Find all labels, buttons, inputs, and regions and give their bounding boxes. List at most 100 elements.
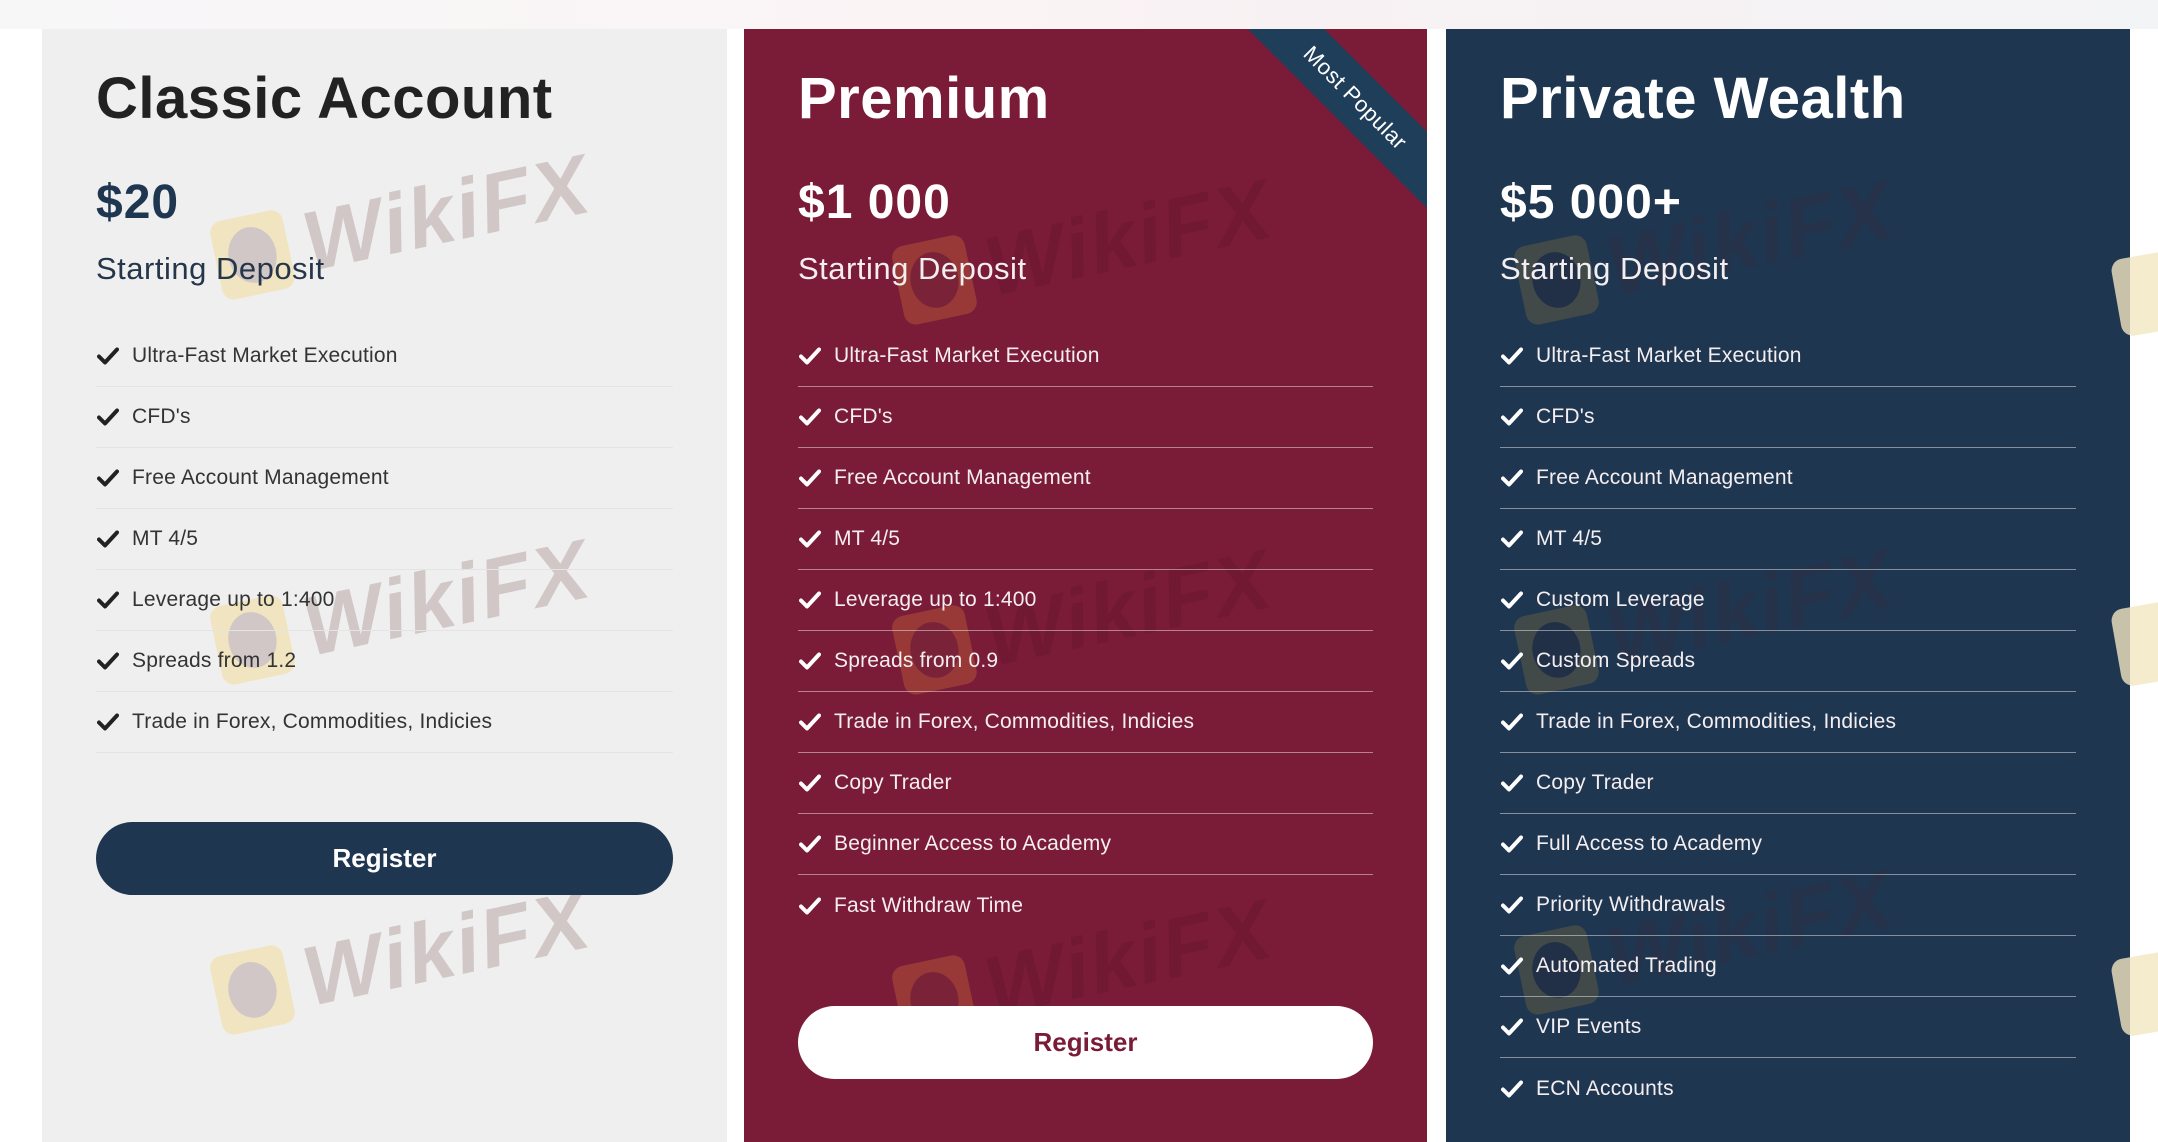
feature-label: Custom Leverage <box>1536 588 1705 611</box>
feature-label: Automated Trading <box>1536 954 1717 977</box>
plan-title: Private Wealth <box>1500 66 1906 131</box>
feature-item: Leverage up to 1:400 <box>798 570 1373 631</box>
checkmark-icon <box>798 710 822 734</box>
register-button[interactable]: Register <box>798 1006 1373 1079</box>
checkmark-icon <box>1500 771 1524 795</box>
plan-card-classic: WikiFX WikiFX WikiFX Classic Account $20… <box>42 29 727 1142</box>
feature-label: Leverage up to 1:400 <box>834 588 1037 611</box>
checkmark-icon <box>1500 954 1524 978</box>
checkmark-icon <box>798 466 822 490</box>
feature-item: Leverage up to 1:400 <box>96 570 673 631</box>
checkmark-icon <box>96 710 120 734</box>
feature-item: CFD's <box>96 387 673 448</box>
feature-label: Spreads from 1.2 <box>132 649 297 672</box>
most-popular-ribbon: Most Popular <box>1243 29 1427 210</box>
feature-item: ECN Accounts <box>1500 1058 2076 1119</box>
feature-item: Automated Trading <box>1500 936 2076 997</box>
feature-item: Custom Leverage <box>1500 570 2076 631</box>
checkmark-icon <box>1500 405 1524 429</box>
feature-label: CFD's <box>834 405 893 428</box>
feature-item: Trade in Forex, Commodities, Indicies <box>1500 692 2076 753</box>
plan-price: $20 <box>96 176 180 229</box>
feature-label: Copy Trader <box>834 771 952 794</box>
checkmark-icon <box>96 466 120 490</box>
feature-item: Fast Withdraw Time <box>798 875 1373 936</box>
feature-item: Beginner Access to Academy <box>798 814 1373 875</box>
feature-label: Beginner Access to Academy <box>834 832 1112 855</box>
feature-item: Trade in Forex, Commodities, Indicies <box>798 692 1373 753</box>
feature-label: Free Account Management <box>1536 466 1793 489</box>
eagle-logo-icon <box>207 942 297 1037</box>
checkmark-icon <box>1500 649 1524 673</box>
checkmark-icon <box>798 588 822 612</box>
feature-item: Ultra-Fast Market Execution <box>798 326 1373 387</box>
feature-label: Free Account Management <box>834 466 1091 489</box>
plan-card-premium: WikiFX WikiFX WikiFX Most Popular Premiu… <box>744 29 1427 1142</box>
plan-title: Classic Account <box>96 66 553 131</box>
feature-item: CFD's <box>1500 387 2076 448</box>
feature-item: CFD's <box>798 387 1373 448</box>
feature-item: Spreads from 1.2 <box>96 631 673 692</box>
feature-item: Spreads from 0.9 <box>798 631 1373 692</box>
feature-item: Ultra-Fast Market Execution <box>96 326 673 387</box>
feature-item: MT 4/5 <box>96 509 673 570</box>
feature-label: Trade in Forex, Commodities, Indicies <box>834 710 1195 733</box>
checkmark-icon <box>1500 1077 1524 1101</box>
watermark-text: WikiFX <box>976 161 1281 314</box>
feature-label: Trade in Forex, Commodities, Indicies <box>132 710 493 733</box>
feature-label: Spreads from 0.9 <box>834 649 999 672</box>
feature-label: MT 4/5 <box>834 527 901 550</box>
feature-label: Free Account Management <box>132 466 389 489</box>
feature-label: Fast Withdraw Time <box>834 893 1024 917</box>
feature-item: Full Access to Academy <box>1500 814 2076 875</box>
checkmark-icon <box>798 649 822 673</box>
checkmark-icon <box>1500 344 1524 368</box>
feature-list: Ultra-Fast Market Execution CFD's Free Acc… <box>1500 326 2076 1119</box>
feature-label: ECN Accounts <box>1536 1076 1674 1100</box>
feature-label: Ultra-Fast Market Execution <box>132 344 398 367</box>
feature-label: Custom Spreads <box>1536 649 1696 672</box>
plan-price: $1 000 <box>798 176 951 229</box>
feature-label: CFD's <box>1536 405 1595 428</box>
checkmark-icon <box>96 405 120 429</box>
checkmark-icon <box>1500 466 1524 490</box>
feature-item: Copy Trader <box>798 753 1373 814</box>
checkmark-icon <box>798 894 822 918</box>
checkmark-icon <box>96 649 120 673</box>
checkmark-icon <box>1500 710 1524 734</box>
checkmark-icon <box>1500 893 1524 917</box>
feature-item: MT 4/5 <box>1500 509 2076 570</box>
plan-price-caption: Starting Deposit <box>798 251 1027 286</box>
feature-item: Copy Trader <box>1500 753 2076 814</box>
feature-label: Trade in Forex, Commodities, Indicies <box>1536 710 1897 733</box>
checkmark-icon <box>96 588 120 612</box>
feature-label: MT 4/5 <box>1536 527 1603 550</box>
feature-item: Priority Withdrawals <box>1500 875 2076 936</box>
checkmark-icon <box>96 344 120 368</box>
feature-label: Priority Withdrawals <box>1536 893 1726 916</box>
feature-label: Ultra-Fast Market Execution <box>834 344 1100 367</box>
plan-card-private-wealth: WikiFX WikiFX WikiFX Private Wealth $5 0… <box>1446 29 2130 1142</box>
plan-price-caption: Starting Deposit <box>96 251 325 286</box>
plan-title: Premium <box>798 66 1050 131</box>
feature-list: Ultra-Fast Market Execution CFD's Free Acc… <box>798 326 1373 936</box>
feature-item: Free Account Management <box>798 448 1373 509</box>
feature-item: Trade in Forex, Commodities, Indicies <box>96 692 673 753</box>
checkmark-icon <box>798 832 822 856</box>
checkmark-icon <box>1500 1015 1524 1039</box>
feature-item: VIP Events <box>1500 997 2076 1058</box>
watermark-text: WikiFX <box>294 136 599 289</box>
checkmark-icon <box>798 527 822 551</box>
feature-item: Free Account Management <box>1500 448 2076 509</box>
watermark: WikiFX <box>206 870 599 1044</box>
register-button[interactable]: Register <box>96 822 673 895</box>
feature-label: Leverage up to 1:400 <box>132 588 335 611</box>
plan-price-caption: Starting Deposit <box>1500 251 1729 286</box>
feature-item: Ultra-Fast Market Execution <box>1500 326 2076 387</box>
checkmark-icon <box>1500 527 1524 551</box>
checkmark-icon <box>798 344 822 368</box>
feature-label: VIP Events <box>1536 1015 1642 1038</box>
checkmark-icon <box>1500 832 1524 856</box>
page-top-background <box>0 0 2158 29</box>
feature-item: Free Account Management <box>96 448 673 509</box>
